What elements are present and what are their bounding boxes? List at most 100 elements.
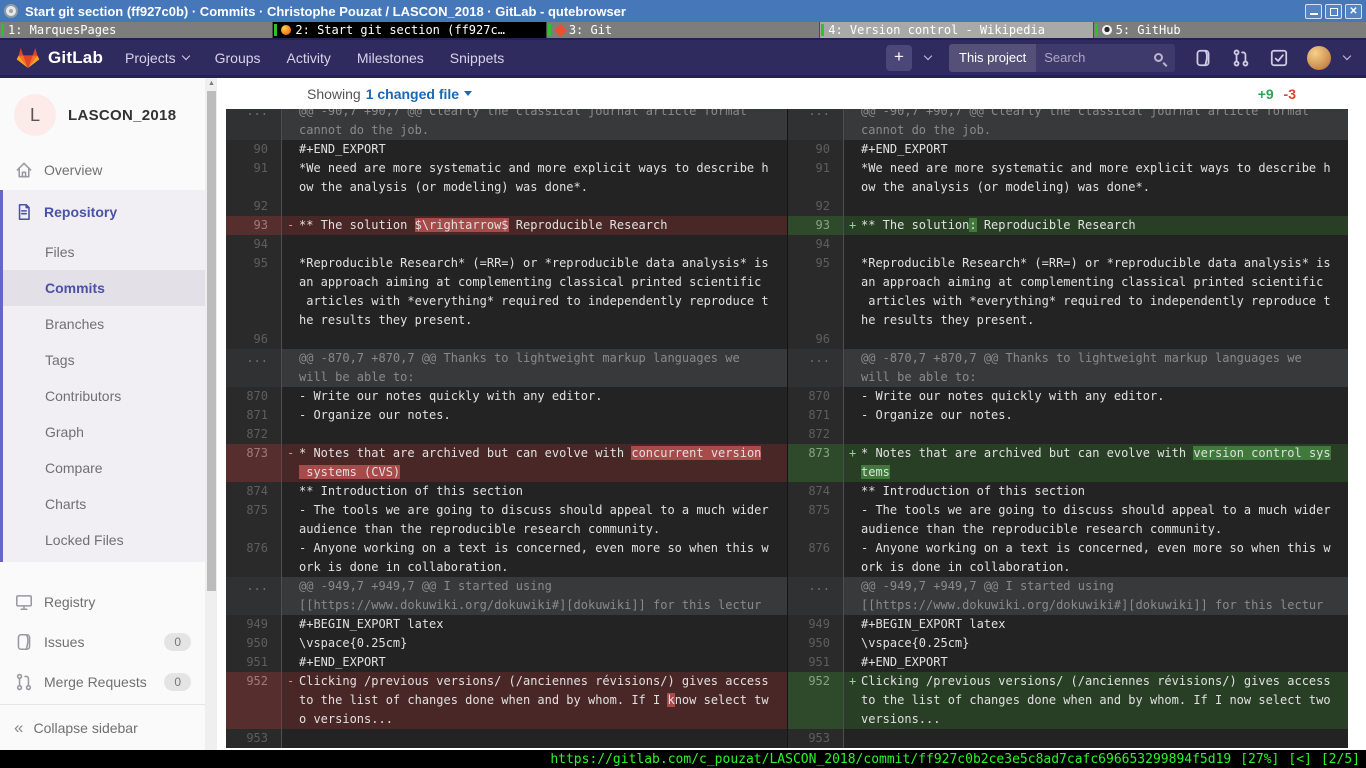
page-workspace: L LASCON_2018 Overview Repository FilesC… <box>0 78 1366 750</box>
line-number[interactable]: 95 <box>226 254 282 330</box>
line-number[interactable]: 96 <box>226 330 282 349</box>
line-number[interactable]: 91 <box>788 159 844 197</box>
sidebar-item-issues[interactable]: Issues 0 <box>0 622 205 662</box>
line-number[interactable]: 873 <box>788 444 844 482</box>
sidebar-item-overview[interactable]: Overview <box>0 150 205 190</box>
collapse-sidebar-button[interactable]: « Collapse sidebar <box>0 704 205 750</box>
diff-row: 874** Introduction of this section <box>788 482 1348 501</box>
code-line: \vspace{0.25cm} <box>844 634 1348 653</box>
line-number[interactable]: 870 <box>226 387 282 406</box>
sidebar-subitem-commits[interactable]: Commits <box>3 270 205 306</box>
commit-diff-main: Showing 1 changed file +9 -3 ...@@ -90,7… <box>217 78 1366 750</box>
browser-tab[interactable]: 1: MarquesPages <box>0 22 272 38</box>
code-line: -** The solution $\rightarrow$ Reproduci… <box>282 216 787 235</box>
gitlab-tanuki-logo[interactable] <box>16 46 40 70</box>
maximize-button[interactable] <box>1325 4 1342 19</box>
line-number[interactable]: 96 <box>788 330 844 349</box>
line-number[interactable]: 90 <box>226 140 282 159</box>
line-number[interactable]: 95 <box>788 254 844 330</box>
firefox-favicon-icon <box>281 25 291 35</box>
line-number[interactable]: 950 <box>226 634 282 653</box>
diff-row: 90#+END_EXPORT <box>788 140 1348 159</box>
sidebar-item-registry[interactable]: Registry <box>0 582 205 622</box>
line-number[interactable]: 953 <box>788 729 844 748</box>
line-number[interactable]: 871 <box>788 406 844 425</box>
line-number[interactable]: 871 <box>226 406 282 425</box>
line-number[interactable]: 92 <box>788 197 844 216</box>
close-button[interactable]: ✕ <box>1345 4 1362 19</box>
scrollbar-track[interactable]: ▲ <box>206 78 217 750</box>
line-number[interactable]: 951 <box>226 653 282 672</box>
changed-files-link[interactable]: 1 changed file <box>366 86 459 102</box>
line-number[interactable]: 92 <box>226 197 282 216</box>
todos-icon[interactable] <box>1269 48 1289 68</box>
nav-link-activity[interactable]: Activity <box>287 50 331 66</box>
browser-tab[interactable]: 4: Version control - Wikipedia <box>820 22 1092 38</box>
line-number[interactable]: 876 <box>788 539 844 577</box>
sidebar-subitem-contributors[interactable]: Contributors <box>3 378 205 414</box>
line-number[interactable]: 874 <box>226 482 282 501</box>
diff-row: 951#+END_EXPORT <box>226 653 787 672</box>
user-menu[interactable] <box>1307 46 1350 70</box>
sidebar-subitem-files[interactable]: Files <box>3 234 205 270</box>
sidebar-item-merge-requests[interactable]: Merge Requests 0 <box>0 662 205 702</box>
line-number[interactable]: 953 <box>226 729 282 748</box>
code-line: - The tools we are going to discuss shou… <box>282 501 787 539</box>
scrollbar-thumb[interactable] <box>207 91 216 591</box>
line-number[interactable]: 93 <box>226 216 282 235</box>
line-number[interactable]: 876 <box>226 539 282 577</box>
line-number[interactable]: 874 <box>788 482 844 501</box>
scrollbar-up-arrow[interactable]: ▲ <box>206 78 217 90</box>
sidebar-subitem-tags[interactable]: Tags <box>3 342 205 378</box>
line-number[interactable]: 950 <box>788 634 844 653</box>
line-number[interactable]: 872 <box>788 425 844 444</box>
sidebar-item-repository[interactable]: Repository <box>3 190 205 234</box>
merge-request-icon[interactable] <box>1231 48 1251 68</box>
line-number[interactable]: 870 <box>788 387 844 406</box>
search-scope-chip[interactable]: This project <box>949 44 1036 72</box>
line-number[interactable]: 951 <box>788 653 844 672</box>
sidebar-subitem-charts[interactable]: Charts <box>3 486 205 522</box>
line-number[interactable]: 94 <box>788 235 844 254</box>
code-line <box>282 425 787 444</box>
sidebar-subitem-locked-files[interactable]: Locked Files <box>3 522 205 558</box>
line-number[interactable]: 91 <box>226 159 282 197</box>
line-number[interactable]: 875 <box>788 501 844 539</box>
line-number[interactable]: 93 <box>788 216 844 235</box>
browser-tab[interactable]: 2: Start git section (ff927c… <box>273 22 545 38</box>
line-number[interactable]: 952 <box>788 672 844 729</box>
diff-row: 91*We need are more systematic and more … <box>226 159 787 197</box>
line-number[interactable]: 875 <box>226 501 282 539</box>
diff-hunk-row: ...@@ -870,7 +870,7 @@ Thanks to lightwe… <box>788 349 1348 387</box>
search-input[interactable] <box>1036 50 1154 65</box>
nav-link-groups[interactable]: Groups <box>215 50 261 66</box>
diff-row: 90#+END_EXPORT <box>226 140 787 159</box>
line-number[interactable]: 90 <box>788 140 844 159</box>
sidebar-subitem-branches[interactable]: Branches <box>3 306 205 342</box>
new-menu-button[interactable]: + <box>886 45 931 71</box>
nav-link-projects[interactable]: Projects <box>125 50 189 66</box>
statusbar-url: https://gitlab.com/c_pouzat/LASCON_2018/… <box>550 752 1231 767</box>
minimize-button[interactable] <box>1305 4 1322 19</box>
sidebar-subitem-compare[interactable]: Compare <box>3 450 205 486</box>
line-number[interactable]: 949 <box>226 615 282 634</box>
code-line: *Reproducible Research* (=RR=) or *repro… <box>844 254 1348 330</box>
collapse-sidebar-label: Collapse sidebar <box>33 720 137 736</box>
browser-tab[interactable]: 5: GitHub <box>1094 22 1366 38</box>
gitlab-logotype[interactable]: GitLab <box>48 48 103 68</box>
line-number[interactable]: 949 <box>788 615 844 634</box>
tab-label: 1: MarquesPages <box>8 23 116 37</box>
home-icon <box>14 160 34 180</box>
line-number[interactable]: 94 <box>226 235 282 254</box>
issues-icon[interactable] <box>1193 48 1213 68</box>
project-header[interactable]: L LASCON_2018 <box>0 78 205 150</box>
browser-tab[interactable]: 3: Git <box>547 22 819 38</box>
sidebar-subitem-graph[interactable]: Graph <box>3 414 205 450</box>
line-number[interactable]: 952 <box>226 672 282 729</box>
chevron-down-icon <box>1343 52 1351 60</box>
code-line <box>844 197 1348 216</box>
line-number[interactable]: 872 <box>226 425 282 444</box>
nav-link-milestones[interactable]: Milestones <box>357 50 424 66</box>
nav-link-snippets[interactable]: Snippets <box>450 50 504 66</box>
line-number[interactable]: 873 <box>226 444 282 482</box>
